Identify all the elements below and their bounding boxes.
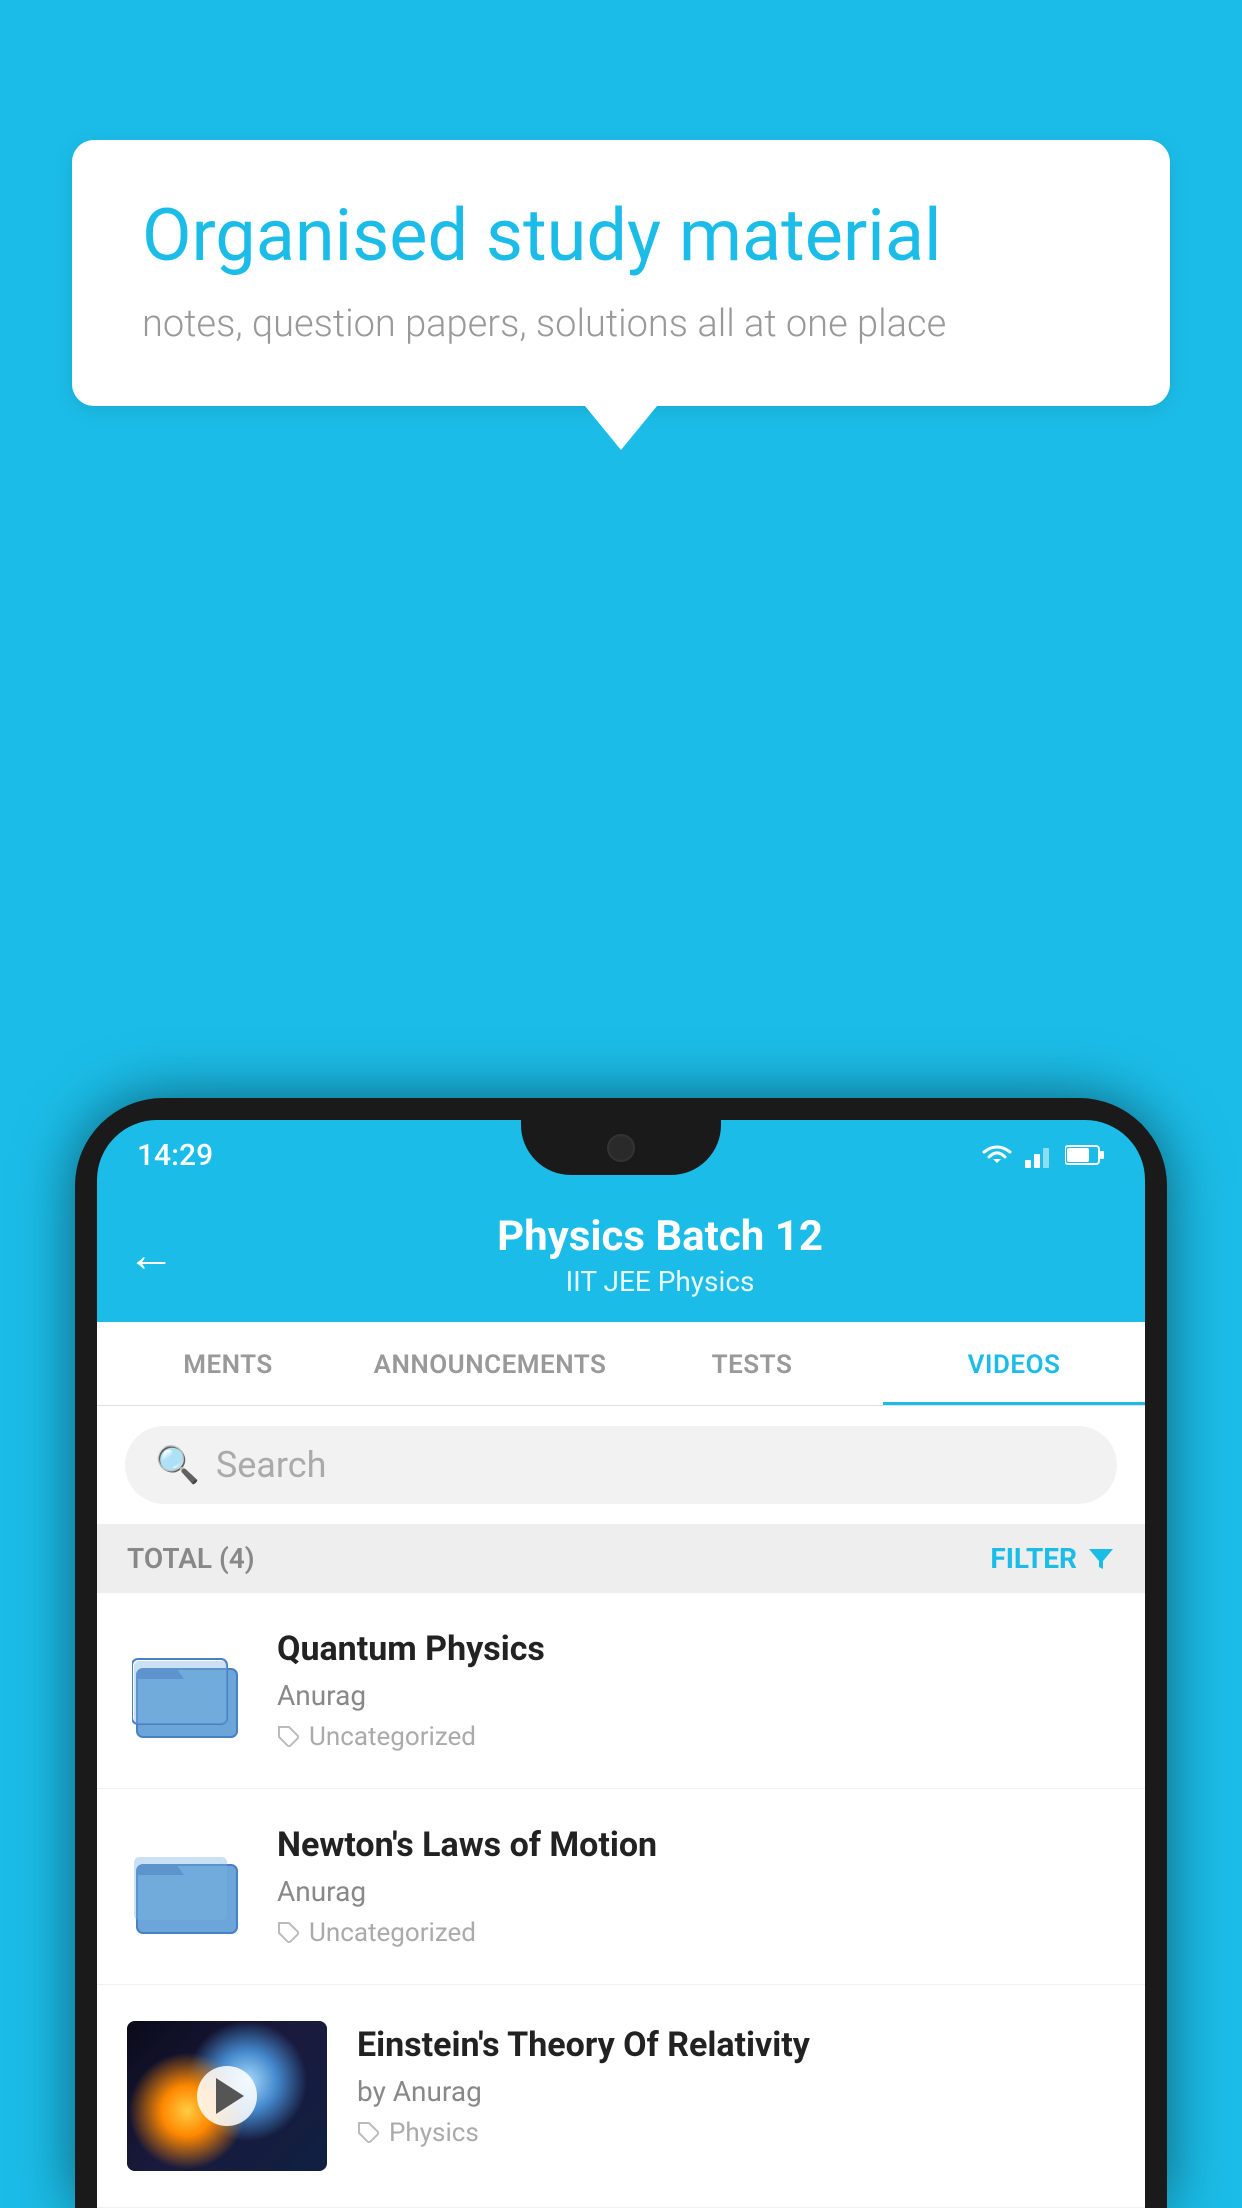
search-icon: 🔍: [155, 1444, 200, 1486]
quantum-tag-text: Uncategorized: [309, 1722, 476, 1752]
search-bar-wrapper: 🔍 Search: [97, 1406, 1145, 1524]
status-time: 14:29: [137, 1138, 213, 1173]
quantum-title: Quantum Physics: [277, 1629, 1115, 1669]
status-icons: [979, 1141, 1105, 1169]
total-count: TOTAL (4): [127, 1542, 255, 1575]
play-triangle-icon: [216, 2078, 244, 2114]
tab-videos[interactable]: VIDEOS: [883, 1322, 1145, 1405]
phone-wrapper: 14:29: [75, 1098, 1167, 2208]
einstein-title: Einstein's Theory Of Relativity: [357, 2025, 1115, 2065]
app-background: Organised study material notes, question…: [0, 0, 1242, 2208]
newton-title: Newton's Laws of Motion: [277, 1825, 1115, 1865]
tag-icon-einstein: [357, 2121, 381, 2145]
bubble-arrow: [585, 406, 657, 450]
einstein-tag-text: Physics: [389, 2118, 479, 2148]
newton-tag: Uncategorized: [277, 1918, 1115, 1948]
folder-icon-newton: [132, 1837, 242, 1937]
filter-label: FILTER: [990, 1542, 1077, 1575]
filter-button[interactable]: FILTER: [990, 1542, 1115, 1575]
tab-tests[interactable]: TESTS: [621, 1322, 883, 1405]
camera-notch: [607, 1134, 635, 1162]
quantum-tag: Uncategorized: [277, 1722, 1115, 1752]
back-button[interactable]: ←: [127, 1231, 175, 1279]
battery-icon: [1065, 1144, 1105, 1166]
newton-thumbnail: [127, 1827, 247, 1947]
newton-info: Newton's Laws of Motion Anurag Uncategor…: [277, 1825, 1115, 1948]
screen-content: 🔍 Search TOTAL (4) FILTER: [97, 1406, 1145, 2208]
bubble-subtitle: notes, question papers, solutions all at…: [142, 302, 1100, 346]
wifi-icon: [979, 1141, 1015, 1169]
quantum-author: Anurag: [277, 1679, 1115, 1712]
signal-icon: [1025, 1142, 1055, 1168]
einstein-tag: Physics: [357, 2118, 1115, 2148]
video-item-quantum[interactable]: Quantum Physics Anurag Uncategorized: [97, 1593, 1145, 1789]
filter-bar: TOTAL (4) FILTER: [97, 1524, 1145, 1593]
app-header: ← Physics Batch 12 IIT JEE Physics: [97, 1190, 1145, 1322]
search-placeholder-text: Search: [216, 1444, 327, 1486]
einstein-thumbnail: [127, 2021, 327, 2171]
video-list: Quantum Physics Anurag Uncategorized: [97, 1593, 1145, 2208]
bubble-title: Organised study material: [142, 195, 1100, 278]
tag-icon-newton: [277, 1921, 301, 1945]
header-title-block: Physics Batch 12 IIT JEE Physics: [205, 1212, 1115, 1298]
tabs-bar: MENTS ANNOUNCEMENTS TESTS VIDEOS: [97, 1322, 1145, 1406]
play-button[interactable]: [197, 2066, 257, 2126]
tab-announcements[interactable]: ANNOUNCEMENTS: [359, 1322, 621, 1405]
batch-title: Physics Batch 12: [205, 1212, 1115, 1261]
quantum-thumbnail: [127, 1631, 247, 1751]
speech-bubble-wrapper: Organised study material notes, question…: [72, 140, 1170, 450]
batch-subtitle: IIT JEE Physics: [205, 1265, 1115, 1298]
newton-author: Anurag: [277, 1875, 1115, 1908]
einstein-author: by Anurag: [357, 2075, 1115, 2108]
status-bar: 14:29: [97, 1120, 1145, 1190]
newton-tag-text: Uncategorized: [309, 1918, 476, 1948]
folder-icon-quantum: [132, 1641, 242, 1741]
tag-icon-quantum: [277, 1725, 301, 1749]
video-item-einstein[interactable]: Einstein's Theory Of Relativity by Anura…: [97, 1985, 1145, 2208]
search-bar[interactable]: 🔍 Search: [125, 1426, 1117, 1504]
video-item-newton[interactable]: Newton's Laws of Motion Anurag Uncategor…: [97, 1789, 1145, 1985]
einstein-info: Einstein's Theory Of Relativity by Anura…: [357, 2021, 1115, 2148]
phone-frame: 14:29: [75, 1098, 1167, 2208]
speech-bubble-card: Organised study material notes, question…: [72, 140, 1170, 406]
filter-icon: [1087, 1545, 1115, 1573]
tab-ments[interactable]: MENTS: [97, 1322, 359, 1405]
quantum-info: Quantum Physics Anurag Uncategorized: [277, 1629, 1115, 1752]
